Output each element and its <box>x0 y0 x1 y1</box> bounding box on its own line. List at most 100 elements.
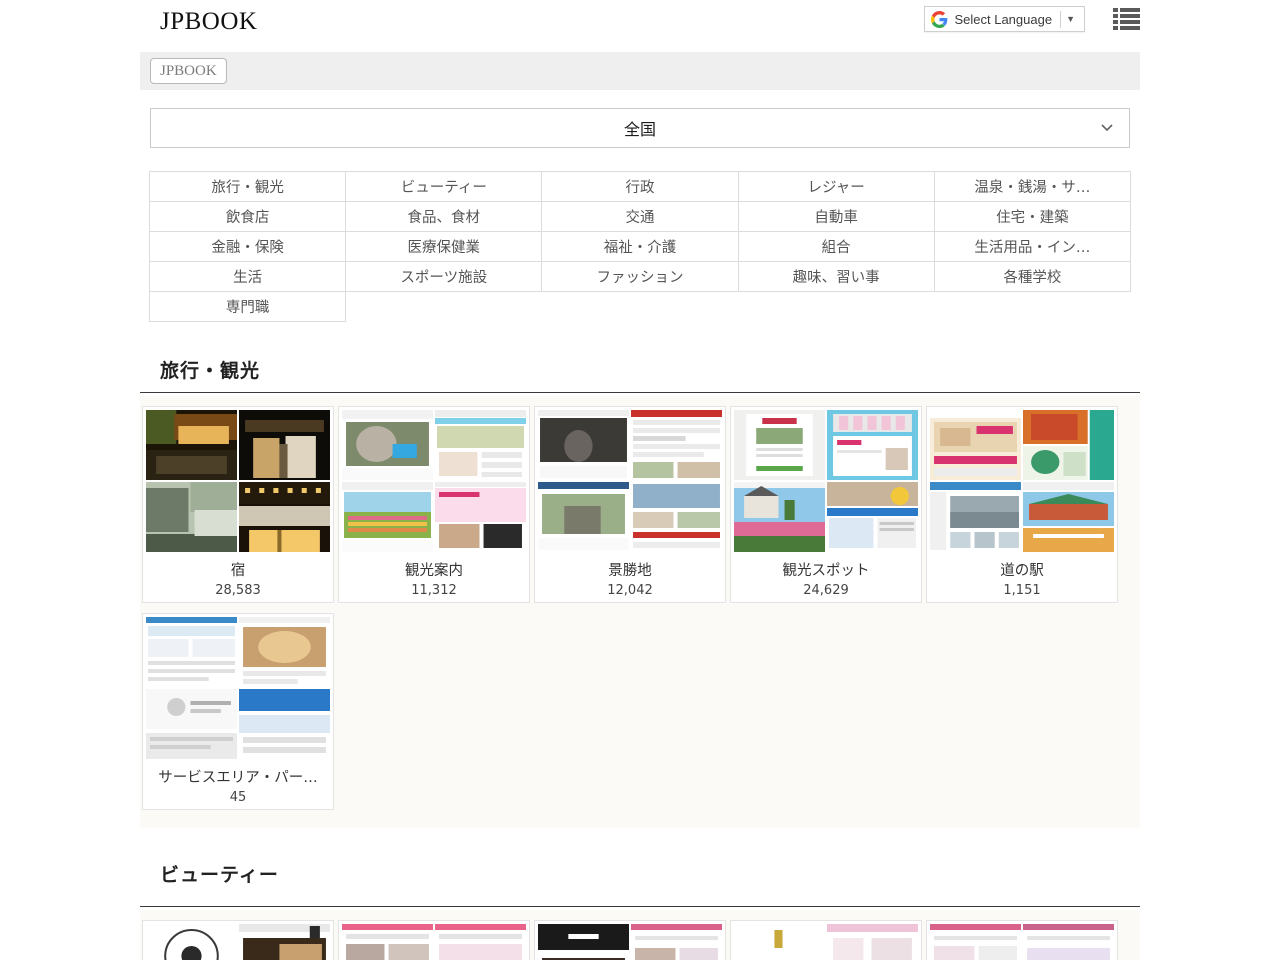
breadcrumb-item-jpbook[interactable]: JPBOOK <box>150 58 227 84</box>
card-label: サービスエリア・パー… <box>158 766 318 787</box>
card-kanko-annai[interactable]: 観光案内 11,312 <box>338 406 530 603</box>
card-keishochi[interactable]: 景勝地 12,042 <box>534 406 726 603</box>
thumb-cell <box>827 482 918 552</box>
category-cell[interactable]: 行政 <box>542 172 738 202</box>
thumb-cell <box>435 410 526 480</box>
card-thumbnail <box>146 617 330 759</box>
thumb-cell <box>930 410 1021 480</box>
category-cell[interactable]: 金融・保険 <box>150 232 346 262</box>
section-divider <box>140 392 1140 393</box>
category-cell-empty <box>738 292 934 322</box>
thumb-cell <box>538 924 629 960</box>
thumb-cell <box>930 924 1021 960</box>
card-thumbnail <box>930 924 1114 960</box>
chevron-down-icon <box>1099 119 1115 135</box>
translate-label: Select Language <box>948 12 1060 27</box>
category-cell[interactable]: ファッション <box>542 262 738 292</box>
section-divider <box>140 906 1140 907</box>
thumb-cell <box>239 924 330 960</box>
category-cell[interactable]: 趣味、習い事 <box>738 262 934 292</box>
site-brand[interactable]: JPBOOK <box>160 7 257 37</box>
thumb-cell <box>827 924 918 960</box>
category-cell-empty <box>934 292 1130 322</box>
category-cell[interactable]: 各種学校 <box>934 262 1130 292</box>
category-cell[interactable]: 自動車 <box>738 202 934 232</box>
category-cell[interactable]: 生活 <box>150 262 346 292</box>
card-beauty-4[interactable] <box>730 920 922 960</box>
category-cell[interactable]: ビューティー <box>346 172 542 202</box>
header-actions: Select Language ▼ <box>924 6 1140 32</box>
thumb-cell <box>827 410 918 480</box>
category-cell[interactable]: スポーツ施設 <box>346 262 542 292</box>
thumb-cell <box>239 689 330 759</box>
card-count: 12,042 <box>607 583 653 598</box>
card-thumbnail <box>342 410 526 552</box>
section-title-travel: 旅行・観光 <box>160 356 260 383</box>
card-beauty-5[interactable] <box>926 920 1118 960</box>
card-count: 24,629 <box>803 583 849 598</box>
card-thumbnail <box>146 924 330 960</box>
list-menu-icon[interactable] <box>1113 6 1140 32</box>
card-grid-beauty <box>140 910 1140 960</box>
card-label: 観光案内 <box>405 559 463 580</box>
card-count: 45 <box>230 790 247 805</box>
card-thumbnail <box>146 410 330 552</box>
category-cell[interactable]: 食品、食材 <box>346 202 542 232</box>
card-beauty-3[interactable] <box>534 920 726 960</box>
thumb-cell <box>342 482 433 552</box>
category-cell[interactable]: 福祉・介護 <box>542 232 738 262</box>
card-michi-no-eki[interactable]: 道の駅 1,151 <box>926 406 1118 603</box>
category-cell[interactable]: 飲食店 <box>150 202 346 232</box>
breadcrumb: JPBOOK <box>140 52 1140 90</box>
category-cell[interactable]: 住宅・建築 <box>934 202 1130 232</box>
category-cell[interactable]: 生活用品・イン… <box>934 232 1130 262</box>
card-grid-travel: 宿 28,583 <box>140 396 1140 828</box>
page-root: JPBOOK Select Language ▼ <box>0 0 1280 960</box>
card-count: 11,312 <box>411 583 457 598</box>
card-kanko-spot[interactable]: 観光スポット 24,629 <box>730 406 922 603</box>
table-row: 専門職 <box>150 292 1131 322</box>
thumb-cell <box>1023 924 1114 960</box>
category-cell[interactable]: 医療保健業 <box>346 232 542 262</box>
card-label: 宿 <box>231 559 246 580</box>
thumb-cell <box>1023 410 1114 480</box>
card-thumbnail <box>930 410 1114 552</box>
table-row: 旅行・観光 ビューティー 行政 レジャー 温泉・銭湯・サ… <box>150 172 1131 202</box>
card-row: サービスエリア・パー… 45 <box>140 613 1140 820</box>
card-beauty-1[interactable] <box>142 920 334 960</box>
google-g-icon <box>931 11 948 28</box>
card-row: 宿 28,583 <box>140 406 1140 613</box>
thumb-cell <box>342 924 433 960</box>
thumb-cell <box>146 410 237 480</box>
category-cell[interactable]: 交通 <box>542 202 738 232</box>
card-beauty-2[interactable] <box>338 920 530 960</box>
card-service-area[interactable]: サービスエリア・パー… 45 <box>142 613 334 810</box>
google-translate-widget[interactable]: Select Language ▼ <box>924 6 1085 32</box>
card-thumbnail <box>538 410 722 552</box>
thumb-cell <box>239 410 330 480</box>
region-select[interactable]: 全国 <box>150 108 1130 148</box>
thumb-cell <box>734 410 825 480</box>
thumb-cell <box>239 482 330 552</box>
category-cell[interactable]: 旅行・観光 <box>150 172 346 202</box>
category-cell[interactable]: 温泉・銭湯・サ… <box>934 172 1130 202</box>
card-thumbnail <box>734 410 918 552</box>
category-cell[interactable]: 専門職 <box>150 292 346 322</box>
thumb-cell <box>538 410 629 480</box>
card-count: 1,151 <box>1003 583 1040 598</box>
category-cell[interactable]: 組合 <box>738 232 934 262</box>
thumb-cell <box>239 617 330 687</box>
card-count: 28,583 <box>215 583 261 598</box>
category-table: 旅行・観光 ビューティー 行政 レジャー 温泉・銭湯・サ… 飲食店 食品、食材 … <box>149 171 1131 322</box>
chevron-down-icon[interactable]: ▼ <box>1061 15 1080 24</box>
card-yado[interactable]: 宿 28,583 <box>142 406 334 603</box>
card-label: 観光スポット <box>783 559 870 580</box>
table-row: 生活 スポーツ施設 ファッション 趣味、習い事 各種学校 <box>150 262 1131 292</box>
site-header: JPBOOK Select Language ▼ <box>0 0 1280 44</box>
card-thumbnail <box>342 924 526 960</box>
category-cell[interactable]: レジャー <box>738 172 934 202</box>
card-label: 景勝地 <box>608 559 652 580</box>
thumb-cell <box>631 410 722 480</box>
thumb-cell <box>146 924 237 960</box>
section-title-beauty: ビューティー <box>160 860 279 887</box>
